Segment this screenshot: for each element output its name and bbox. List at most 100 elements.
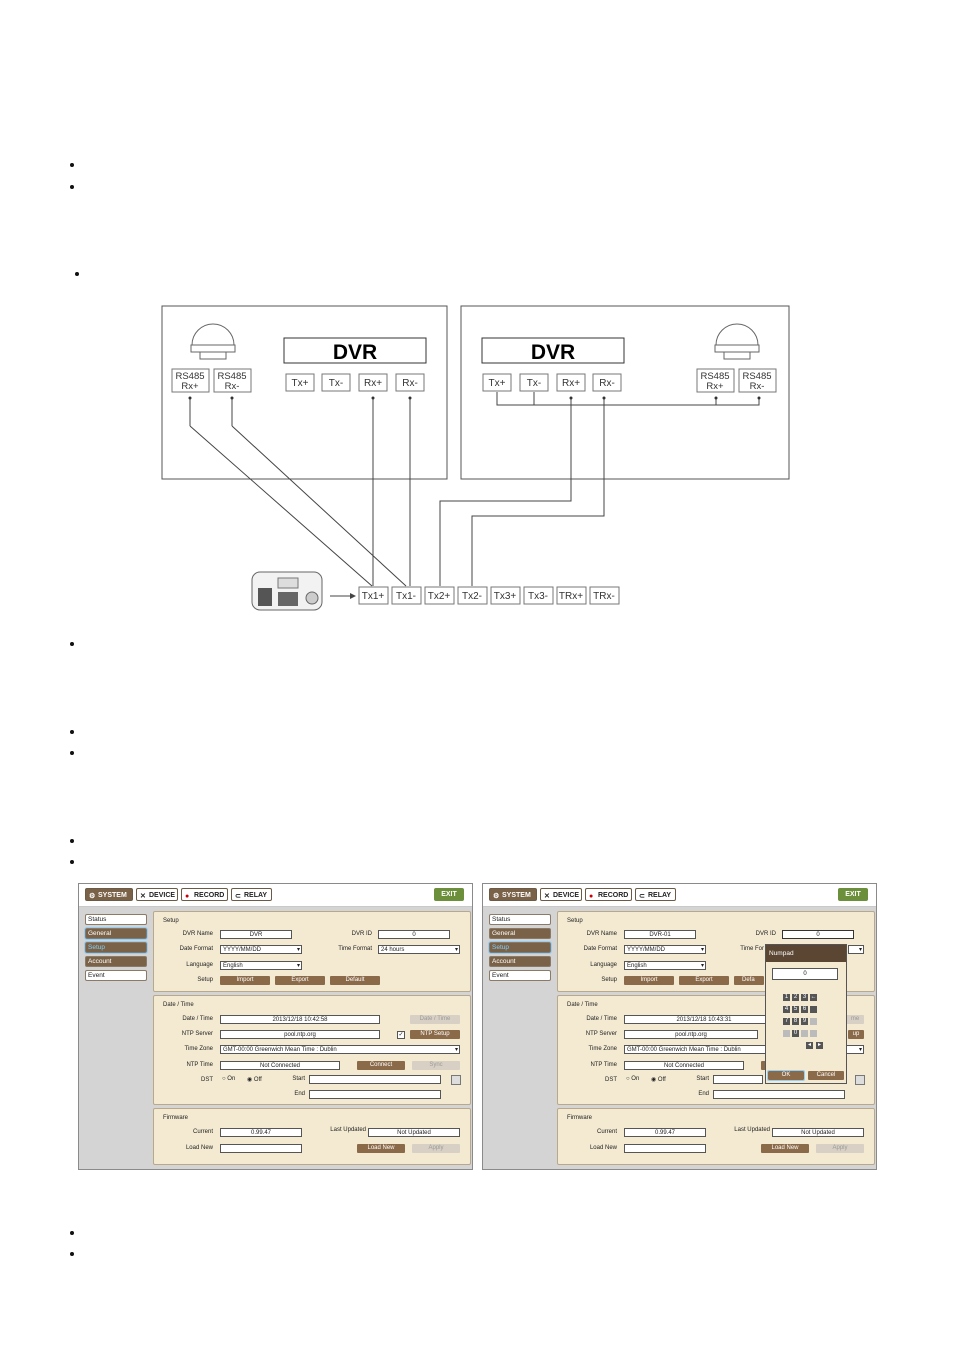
apply-button[interactable]: Apply xyxy=(816,1144,864,1153)
dst-off-radio[interactable]: ◉ Off xyxy=(651,1076,666,1083)
dst-off-radio[interactable]: ◉ Off xyxy=(247,1076,262,1083)
time-format-select[interactable]: 24 hours xyxy=(378,945,460,954)
datetime-section: Date / Time Date / Time 2013/12/18 10:42… xyxy=(153,995,471,1105)
tools-icon: ✕ xyxy=(140,893,146,900)
sidebar: Status General Setup Account Event xyxy=(488,914,552,984)
ntp-checkbox[interactable]: ✓ xyxy=(397,1031,405,1039)
time-zone-select[interactable]: GMT-00:00 Greenwich Mean Time : Dublin xyxy=(220,1045,460,1054)
exit-button[interactable]: EXIT xyxy=(838,888,868,901)
default-button[interactable]: Defa xyxy=(734,976,764,985)
cursor-left-key[interactable]: ◂ xyxy=(806,1042,813,1049)
numpad-key[interactable]: 5 xyxy=(792,1006,799,1013)
start-field[interactable] xyxy=(713,1075,763,1084)
calendar-icon[interactable] xyxy=(855,1075,865,1085)
controller-port-label: Tx2+ xyxy=(428,591,451,602)
numpad-key[interactable]: 9 xyxy=(801,1018,808,1025)
numpad-key[interactable] xyxy=(810,1006,817,1013)
relay-icon: ⊂ xyxy=(235,893,241,900)
import-button[interactable]: Import xyxy=(624,976,674,985)
numpad-key[interactable]: 3 xyxy=(801,994,808,1001)
load-new-button[interactable]: Load New xyxy=(357,1144,405,1153)
connect-button[interactable]: Connect xyxy=(357,1061,405,1070)
load-new-label: Load New xyxy=(589,1145,617,1151)
numpad-title: Numpad xyxy=(766,945,846,962)
tab-system[interactable]: ⚙ SYSTEM xyxy=(489,888,537,901)
load-new-field[interactable] xyxy=(624,1144,706,1153)
sidebar-item-setup[interactable]: Setup xyxy=(84,941,148,954)
ntp-setup-button[interactable]: up xyxy=(848,1030,864,1039)
default-button[interactable]: Default xyxy=(330,976,380,985)
datetime-button[interactable]: Date / Time xyxy=(410,1015,460,1024)
sidebar-item-event[interactable]: Event xyxy=(489,970,551,981)
numpad-key[interactable] xyxy=(783,1030,790,1037)
rs485-wiring-diagram: DVR DVR RS485 Rx+ RS485 Rx- RS485 Rx+ RS… xyxy=(161,305,790,611)
dvr-name-field[interactable]: DVR xyxy=(220,930,292,939)
dvr-id-field[interactable]: 0 xyxy=(782,930,854,939)
bullet xyxy=(70,642,74,646)
last-updated-field: Not Updated xyxy=(772,1128,864,1137)
datetime-label: Date / Time xyxy=(182,1016,213,1022)
language-select[interactable]: English xyxy=(624,961,706,970)
time-format-select[interactable] xyxy=(848,945,864,954)
numpad-key[interactable] xyxy=(810,1030,817,1037)
load-new-field[interactable] xyxy=(220,1144,302,1153)
import-button[interactable]: Import xyxy=(220,976,270,985)
datetime-button[interactable]: me xyxy=(846,1015,864,1024)
backspace-key[interactable]: ← xyxy=(810,994,817,1001)
apply-button[interactable]: Apply xyxy=(412,1144,460,1153)
sidebar-item-setup[interactable]: Setup xyxy=(488,941,552,954)
dvr-port-label: Tx- xyxy=(527,378,541,389)
bullet xyxy=(70,730,74,734)
start-field[interactable] xyxy=(309,1075,441,1084)
numpad-key[interactable]: 2 xyxy=(792,994,799,1001)
numpad-key[interactable] xyxy=(801,1030,808,1037)
tab-relay[interactable]: ⊂ RELAY xyxy=(231,888,272,901)
ntp-setup-button[interactable]: NTP Setup xyxy=(410,1030,460,1039)
numpad-key[interactable] xyxy=(810,1018,817,1025)
numpad-key[interactable]: 6 xyxy=(801,1006,808,1013)
tab-record[interactable]: ● RECORD xyxy=(585,888,632,901)
sidebar-item-account[interactable]: Account xyxy=(85,956,147,967)
tab-record[interactable]: ● RECORD xyxy=(181,888,228,901)
datetime-field[interactable]: 2013/12/18 10:42:58 xyxy=(220,1015,380,1024)
dvr-name-field[interactable]: DVR-01 xyxy=(624,930,696,939)
sidebar-item-account[interactable]: Account xyxy=(489,956,551,967)
tab-device[interactable]: ✕ DEVICE xyxy=(540,888,582,901)
numpad-key[interactable]: 0 xyxy=(792,1030,799,1037)
export-button[interactable]: Export xyxy=(275,976,325,985)
cursor-right-key[interactable]: ▸ xyxy=(816,1042,823,1049)
sidebar-item-general[interactable]: General xyxy=(84,927,148,940)
sidebar-item-status[interactable]: Status xyxy=(85,914,147,925)
date-format-select[interactable]: YYYY/MM/DD xyxy=(624,945,706,954)
exit-button[interactable]: EXIT xyxy=(434,888,464,901)
ntp-server-field[interactable]: pool.ntp.org xyxy=(220,1030,380,1039)
end-field[interactable] xyxy=(713,1090,845,1099)
setup-screen-left: ⚙ SYSTEM ✕ DEVICE ● RECORD ⊂ RELAY EXIT Stat… xyxy=(78,883,473,1170)
calendar-icon[interactable] xyxy=(451,1075,461,1085)
numpad-ok-button[interactable]: OK xyxy=(767,1070,805,1081)
date-format-select[interactable]: YYYY/MM/DD xyxy=(220,945,302,954)
dst-on-radio[interactable]: ○ On xyxy=(222,1076,235,1082)
sync-button[interactable]: Sync xyxy=(412,1061,460,1070)
load-new-button[interactable]: Load New xyxy=(761,1144,809,1153)
language-select[interactable]: English xyxy=(220,961,302,970)
ntp-server-field[interactable]: pool.ntp.org xyxy=(624,1030,758,1039)
numpad-key[interactable]: 4 xyxy=(783,1006,790,1013)
numpad-key[interactable]: 1 xyxy=(783,994,790,1001)
datetime-field[interactable]: 2013/12/18 10:43:31 xyxy=(624,1015,784,1024)
numpad-key[interactable]: 7 xyxy=(783,1018,790,1025)
end-field[interactable] xyxy=(309,1090,441,1099)
tab-relay[interactable]: ⊂ RELAY xyxy=(635,888,676,901)
tab-device[interactable]: ✕ DEVICE xyxy=(136,888,178,901)
dvr-id-field[interactable]: 0 xyxy=(378,930,450,939)
dst-on-radio[interactable]: ○ On xyxy=(626,1076,639,1082)
export-button[interactable]: Export xyxy=(679,976,729,985)
sidebar-item-status[interactable]: Status xyxy=(489,914,551,925)
section-title: Firmware xyxy=(163,1115,188,1121)
tab-system[interactable]: ⚙ SYSTEM xyxy=(85,888,133,901)
sidebar-item-event[interactable]: Event xyxy=(85,970,147,981)
numpad-cancel-button[interactable]: Cancel xyxy=(808,1071,844,1080)
time-zone-label: Time Zone xyxy=(588,1046,617,1052)
numpad-key[interactable]: 8 xyxy=(792,1018,799,1025)
sidebar-item-general[interactable]: General xyxy=(489,928,551,939)
